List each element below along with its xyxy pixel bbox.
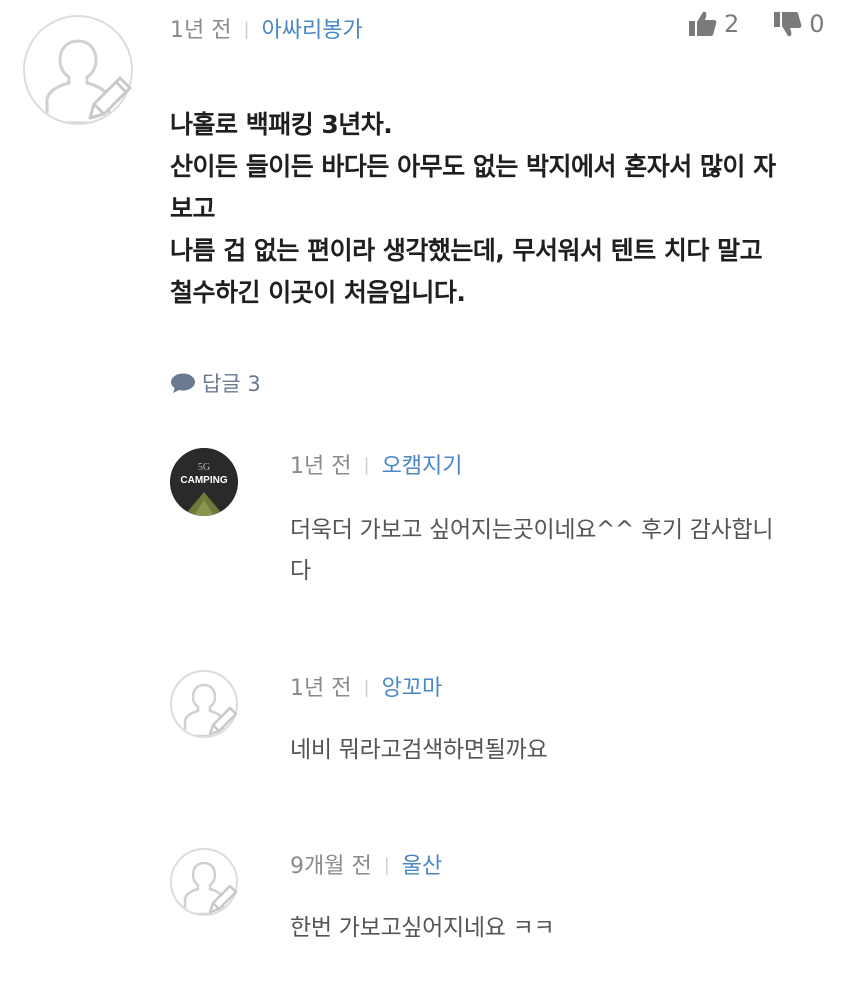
logo-text: CAMPING bbox=[180, 475, 227, 486]
reply-author[interactable]: 울산 bbox=[402, 854, 442, 879]
reply-line: 네비 뭐라고검색하면될까요 bbox=[290, 737, 548, 763]
reply-time: 9개월 전 bbox=[290, 854, 372, 879]
meta-separator: | bbox=[383, 855, 390, 876]
comment-votes: 2 0 bbox=[688, 10, 825, 38]
reply-line: 다 bbox=[290, 558, 311, 584]
like-count: 2 bbox=[724, 10, 740, 38]
reply-meta: 9개월 전 | 울산 bbox=[290, 848, 442, 880]
reply-avatar[interactable]: 5G CAMPING bbox=[170, 448, 238, 516]
pencil-icon bbox=[208, 884, 238, 914]
comment-body: 나홀로 백패킹 3년차. 산이든 들이든 바다든 아무도 없는 박지에서 혼자서… bbox=[170, 104, 830, 314]
comment-author[interactable]: 아싸리봉가 bbox=[262, 18, 363, 43]
reply-body: 한번 가보고싶어지네요 ㅋㅋ bbox=[290, 908, 830, 949]
replies-toggle-button[interactable]: 답글 3 bbox=[170, 368, 261, 398]
meta-separator: | bbox=[243, 19, 250, 40]
reply-body: 더욱더 가보고 싶어지는곳이네요^^ 후기 감사합니 다 bbox=[290, 510, 830, 592]
meta-separator: | bbox=[363, 455, 370, 476]
reply-time: 1년 전 bbox=[290, 676, 352, 701]
reply-line: 더욱더 가보고 싶어지는곳이네요^^ 후기 감사합니 bbox=[290, 517, 774, 543]
meta-separator: | bbox=[363, 677, 370, 698]
comment-line: 산이든 들이든 바다든 아무도 없는 박지에서 혼자서 많이 자 bbox=[170, 152, 776, 181]
comment-line: 나름 겁 없는 편이라 생각했는데, 무서워서 텐트 치다 말고 bbox=[170, 236, 763, 265]
reply-author[interactable]: 앙꼬마 bbox=[382, 676, 443, 701]
comment-line: 나홀로 백패킹 3년차. bbox=[170, 110, 393, 139]
comment-line: 철수하긴 이곳이 처음입니다. bbox=[170, 278, 466, 307]
reply-line: 한번 가보고싶어지네요 ㅋㅋ bbox=[290, 915, 555, 941]
comment-time: 1년 전 bbox=[170, 18, 232, 43]
reply-body: 네비 뭐라고검색하면될까요 bbox=[290, 730, 830, 771]
reply-meta: 1년 전 | 앙꼬마 bbox=[290, 670, 442, 702]
comment-meta: 1년 전 | 아싸리봉가 bbox=[170, 12, 363, 44]
logo-badge: 5G bbox=[198, 462, 210, 473]
speech-bubble-icon bbox=[171, 373, 195, 393]
replies-label: 답글 3 bbox=[202, 372, 261, 396]
pencil-icon bbox=[88, 76, 132, 120]
thumbs-up-icon[interactable] bbox=[688, 10, 718, 38]
reply-time: 1년 전 bbox=[290, 454, 352, 479]
camping-logo-icon: 5G CAMPING bbox=[170, 448, 238, 516]
comment-line: 보고 bbox=[170, 194, 216, 223]
thumbs-down-icon[interactable] bbox=[773, 10, 803, 38]
pencil-icon bbox=[208, 706, 238, 736]
dislike-count: 0 bbox=[809, 10, 825, 38]
reply-meta: 1년 전 | 오캠지기 bbox=[290, 448, 463, 480]
reply-author[interactable]: 오캠지기 bbox=[382, 454, 463, 479]
